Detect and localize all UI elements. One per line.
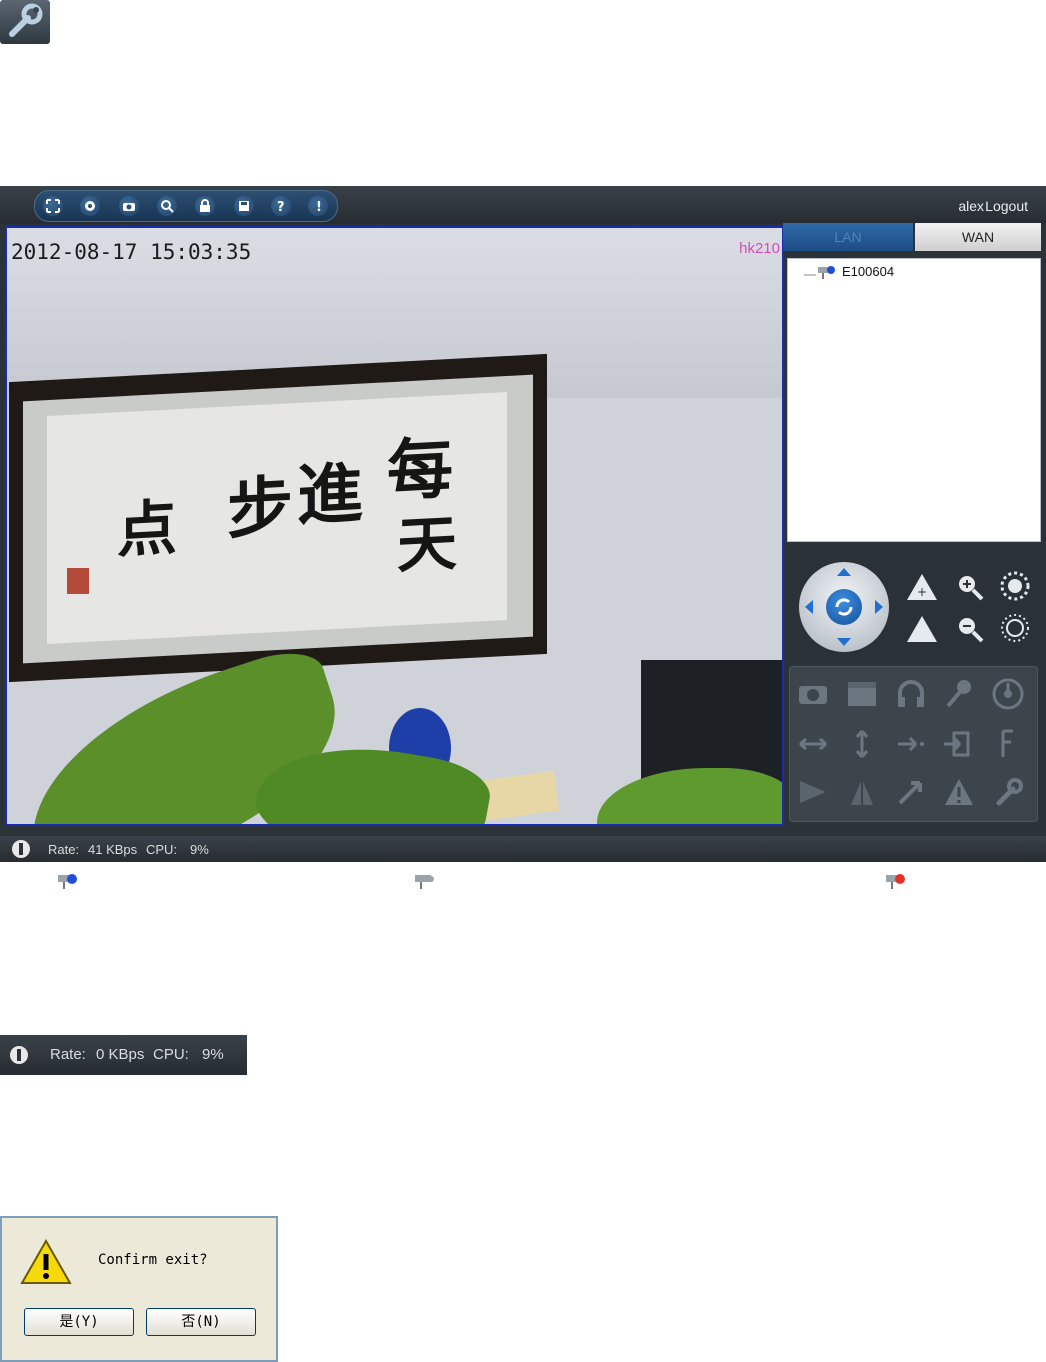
brightness-up-icon[interactable] xyxy=(999,570,1031,602)
device-list: E100604 xyxy=(787,258,1041,542)
svg-text:+: + xyxy=(917,585,927,599)
no-button[interactable]: 否(N) xyxy=(146,1308,256,1336)
dialog-message: Confirm exit? xyxy=(98,1252,208,1268)
headphones-icon[interactable] xyxy=(894,677,928,711)
lock-icon xyxy=(200,199,210,212)
cpu-label: CPU: xyxy=(146,842,178,857)
horizontal-scan-icon[interactable] xyxy=(796,727,830,761)
camera-offline-icon xyxy=(415,875,434,889)
zoom-out-icon[interactable] xyxy=(955,614,985,644)
svg-text:!: ! xyxy=(316,200,322,213)
calligraphy-seal xyxy=(67,568,89,594)
video-view[interactable]: 每 天 進 步 点 2012-08-17 15:03:35 hk210 xyxy=(5,226,784,826)
about-icon: ! xyxy=(316,200,322,213)
status-bar-idle: Rate: 0 KBps CPU: 9% xyxy=(0,1035,247,1075)
record-icon xyxy=(85,201,95,211)
goto-preset-icon[interactable] xyxy=(942,727,976,761)
camera-online-icon xyxy=(804,266,835,279)
snapshot-button[interactable] xyxy=(119,196,139,216)
save-icon xyxy=(239,201,249,211)
online-dot xyxy=(67,874,77,884)
about-button[interactable]: ! xyxy=(308,196,328,216)
focus-far-icon[interactable] xyxy=(905,614,939,644)
confirm-exit-dialog: Confirm exit? 是(Y) 否(N) xyxy=(0,1216,278,1362)
main-toolbar: ? ! xyxy=(34,190,338,222)
flip-icon[interactable] xyxy=(991,727,1025,761)
svg-text:?: ? xyxy=(277,200,285,213)
calligraphy-char: 天 xyxy=(397,508,457,582)
mirror-icon[interactable] xyxy=(796,775,830,809)
zoom-in-icon[interactable] xyxy=(955,572,985,602)
yes-button[interactable]: 是(Y) xyxy=(24,1308,134,1336)
wrench-icon xyxy=(9,3,43,37)
help-button[interactable]: ? xyxy=(271,196,291,216)
save-button[interactable] xyxy=(234,196,254,216)
cpu-value: 9% xyxy=(190,842,209,857)
camera-snapshot-icon[interactable] xyxy=(796,677,830,711)
info-icon xyxy=(10,1046,28,1064)
vertical-scan-icon[interactable] xyxy=(845,727,879,761)
help-icon: ? xyxy=(277,200,285,213)
settings-wrench-button[interactable] xyxy=(0,0,50,44)
record-button[interactable] xyxy=(80,196,100,216)
search-button[interactable] xyxy=(157,196,177,216)
warning-icon[interactable] xyxy=(942,775,976,809)
status-bar: Rate: 41 KBps CPU: 9% xyxy=(0,836,1046,862)
search-icon xyxy=(161,200,174,213)
warning-icon xyxy=(20,1238,72,1284)
function-grid xyxy=(789,666,1038,822)
rate-value: 0 KBps xyxy=(96,1046,145,1063)
rate-label: Rate: xyxy=(50,1046,86,1063)
logout-link[interactable]: Logout xyxy=(985,198,1028,214)
info-icon xyxy=(12,840,30,858)
auto-rotate-button[interactable] xyxy=(826,589,862,625)
triangle-icon[interactable] xyxy=(845,775,879,809)
rate-value: 41 KBps xyxy=(88,842,138,857)
brightness-down-icon[interactable] xyxy=(999,612,1031,644)
top-bar: ? ! alex Logout xyxy=(0,186,1046,224)
device-name: E100604 xyxy=(842,264,895,279)
pan-tilt-joystick[interactable] xyxy=(799,562,889,652)
fullscreen-button[interactable] xyxy=(43,196,63,216)
calligraphy-char: 進 xyxy=(297,453,363,535)
offline-dot xyxy=(428,876,434,882)
refresh-icon xyxy=(835,598,853,616)
wrench-icon[interactable] xyxy=(991,775,1025,809)
camera-online-icon xyxy=(58,874,77,889)
tab-lan[interactable]: LAN xyxy=(783,223,913,251)
lock-button[interactable] xyxy=(195,196,215,216)
camera-alarm-icon xyxy=(886,874,905,889)
username-label: alex xyxy=(958,198,984,214)
video-plant-leaf xyxy=(597,768,782,824)
microphone-icon[interactable] xyxy=(942,677,976,711)
focus-near-icon[interactable]: + xyxy=(905,572,939,602)
camera-client-window: ? ! alex Logout 每 天 進 步 点 2012-08-17 15:… xyxy=(0,186,1046,862)
calligraphy-char: 点 xyxy=(117,493,177,567)
tab-wan[interactable]: WAN xyxy=(915,223,1041,251)
cpu-label: CPU: xyxy=(153,1046,189,1063)
video-timestamp: 2012-08-17 15:03:35 xyxy=(11,240,252,264)
calligraphy-char: 步 xyxy=(227,467,293,549)
snapshot-icon xyxy=(123,203,135,211)
preset-icon[interactable] xyxy=(894,727,928,761)
ptz-panel: + xyxy=(785,548,1039,664)
network-tabs: LAN WAN xyxy=(783,223,1042,253)
cpu-value: 9% xyxy=(202,1046,224,1063)
video-calligraphy-paper: 每 天 進 步 点 xyxy=(47,391,507,645)
rate-label: Rate: xyxy=(48,842,80,857)
alarm-dot xyxy=(895,874,905,884)
cruise-icon[interactable] xyxy=(991,677,1025,711)
arrow-diagonal-icon[interactable] xyxy=(894,775,928,809)
fullscreen-icon xyxy=(46,199,60,213)
video-camera-name: hk210 xyxy=(739,240,780,257)
video-record-icon[interactable] xyxy=(845,677,879,711)
